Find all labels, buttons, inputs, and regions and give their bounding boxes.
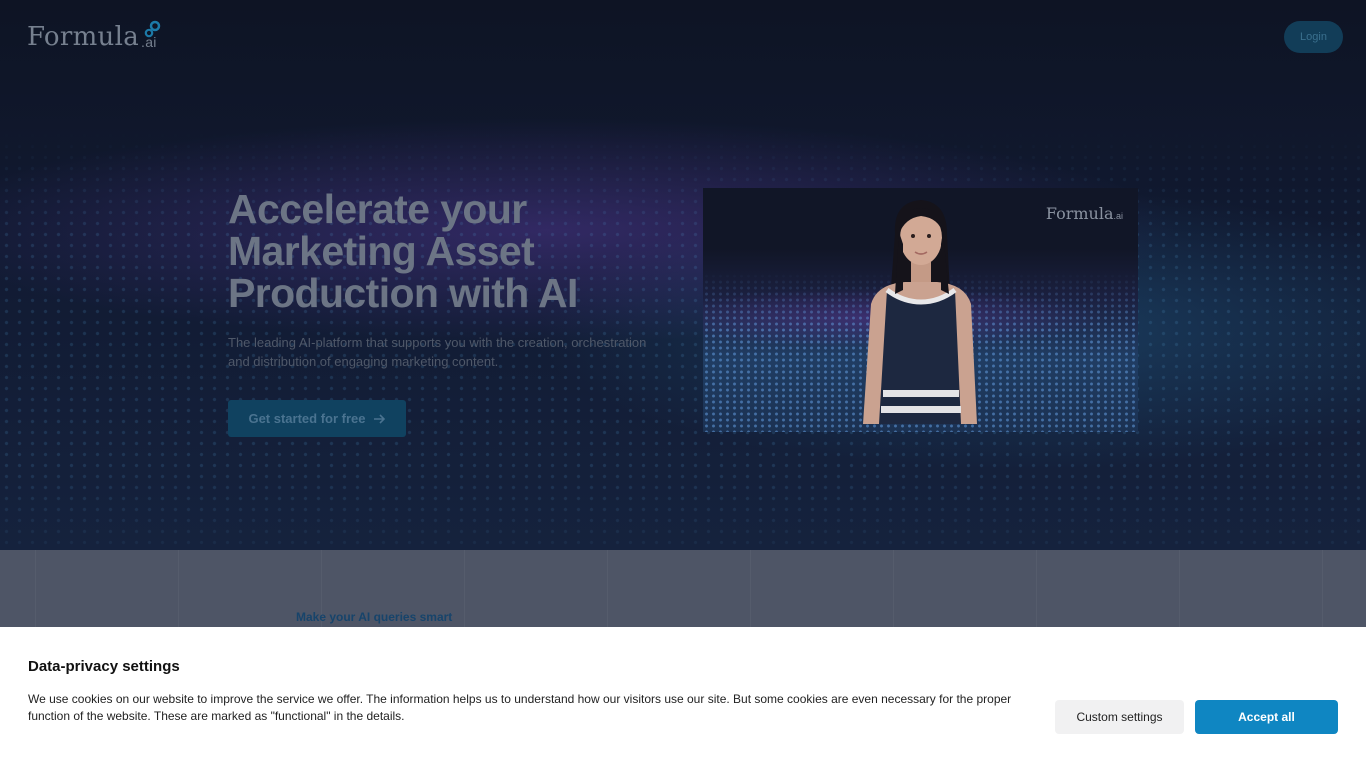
site-logo[interactable]: Formula .ai bbox=[27, 20, 161, 52]
presenter-image bbox=[863, 200, 977, 424]
video-logo-suffix: .ai bbox=[1113, 211, 1123, 221]
section-kicker: Make your AI queries smart bbox=[296, 610, 453, 624]
logo-text: Formula bbox=[27, 22, 140, 52]
arrow-right-icon bbox=[373, 413, 385, 424]
hero-subline: The leading AI-platform that supports yo… bbox=[228, 335, 647, 369]
cookie-title: Data-privacy settings bbox=[28, 658, 180, 675]
cookie-banner: Data-privacy settings We use cookies on … bbox=[0, 627, 1366, 768]
get-started-button[interactable]: Get started for free bbox=[228, 400, 406, 437]
logo-rings-icon bbox=[144, 20, 161, 38]
get-started-label: Get started for free bbox=[248, 411, 366, 426]
hero-headline: Accelerate your Marketing Asset Producti… bbox=[228, 186, 578, 316]
hero-video[interactable]: Formula.ai bbox=[703, 188, 1138, 432]
login-button[interactable]: Login bbox=[1284, 21, 1343, 53]
custom-settings-button[interactable]: Custom settings bbox=[1055, 700, 1184, 734]
video-logo: Formula.ai bbox=[1046, 204, 1123, 223]
accept-all-button[interactable]: Accept all bbox=[1195, 700, 1338, 734]
hero-section: Formula .ai Login Accelerate your Market… bbox=[0, 0, 1366, 550]
video-logo-text: Formula bbox=[1045, 204, 1114, 223]
cookie-description: We use cookies on our website to improve… bbox=[28, 692, 1012, 723]
